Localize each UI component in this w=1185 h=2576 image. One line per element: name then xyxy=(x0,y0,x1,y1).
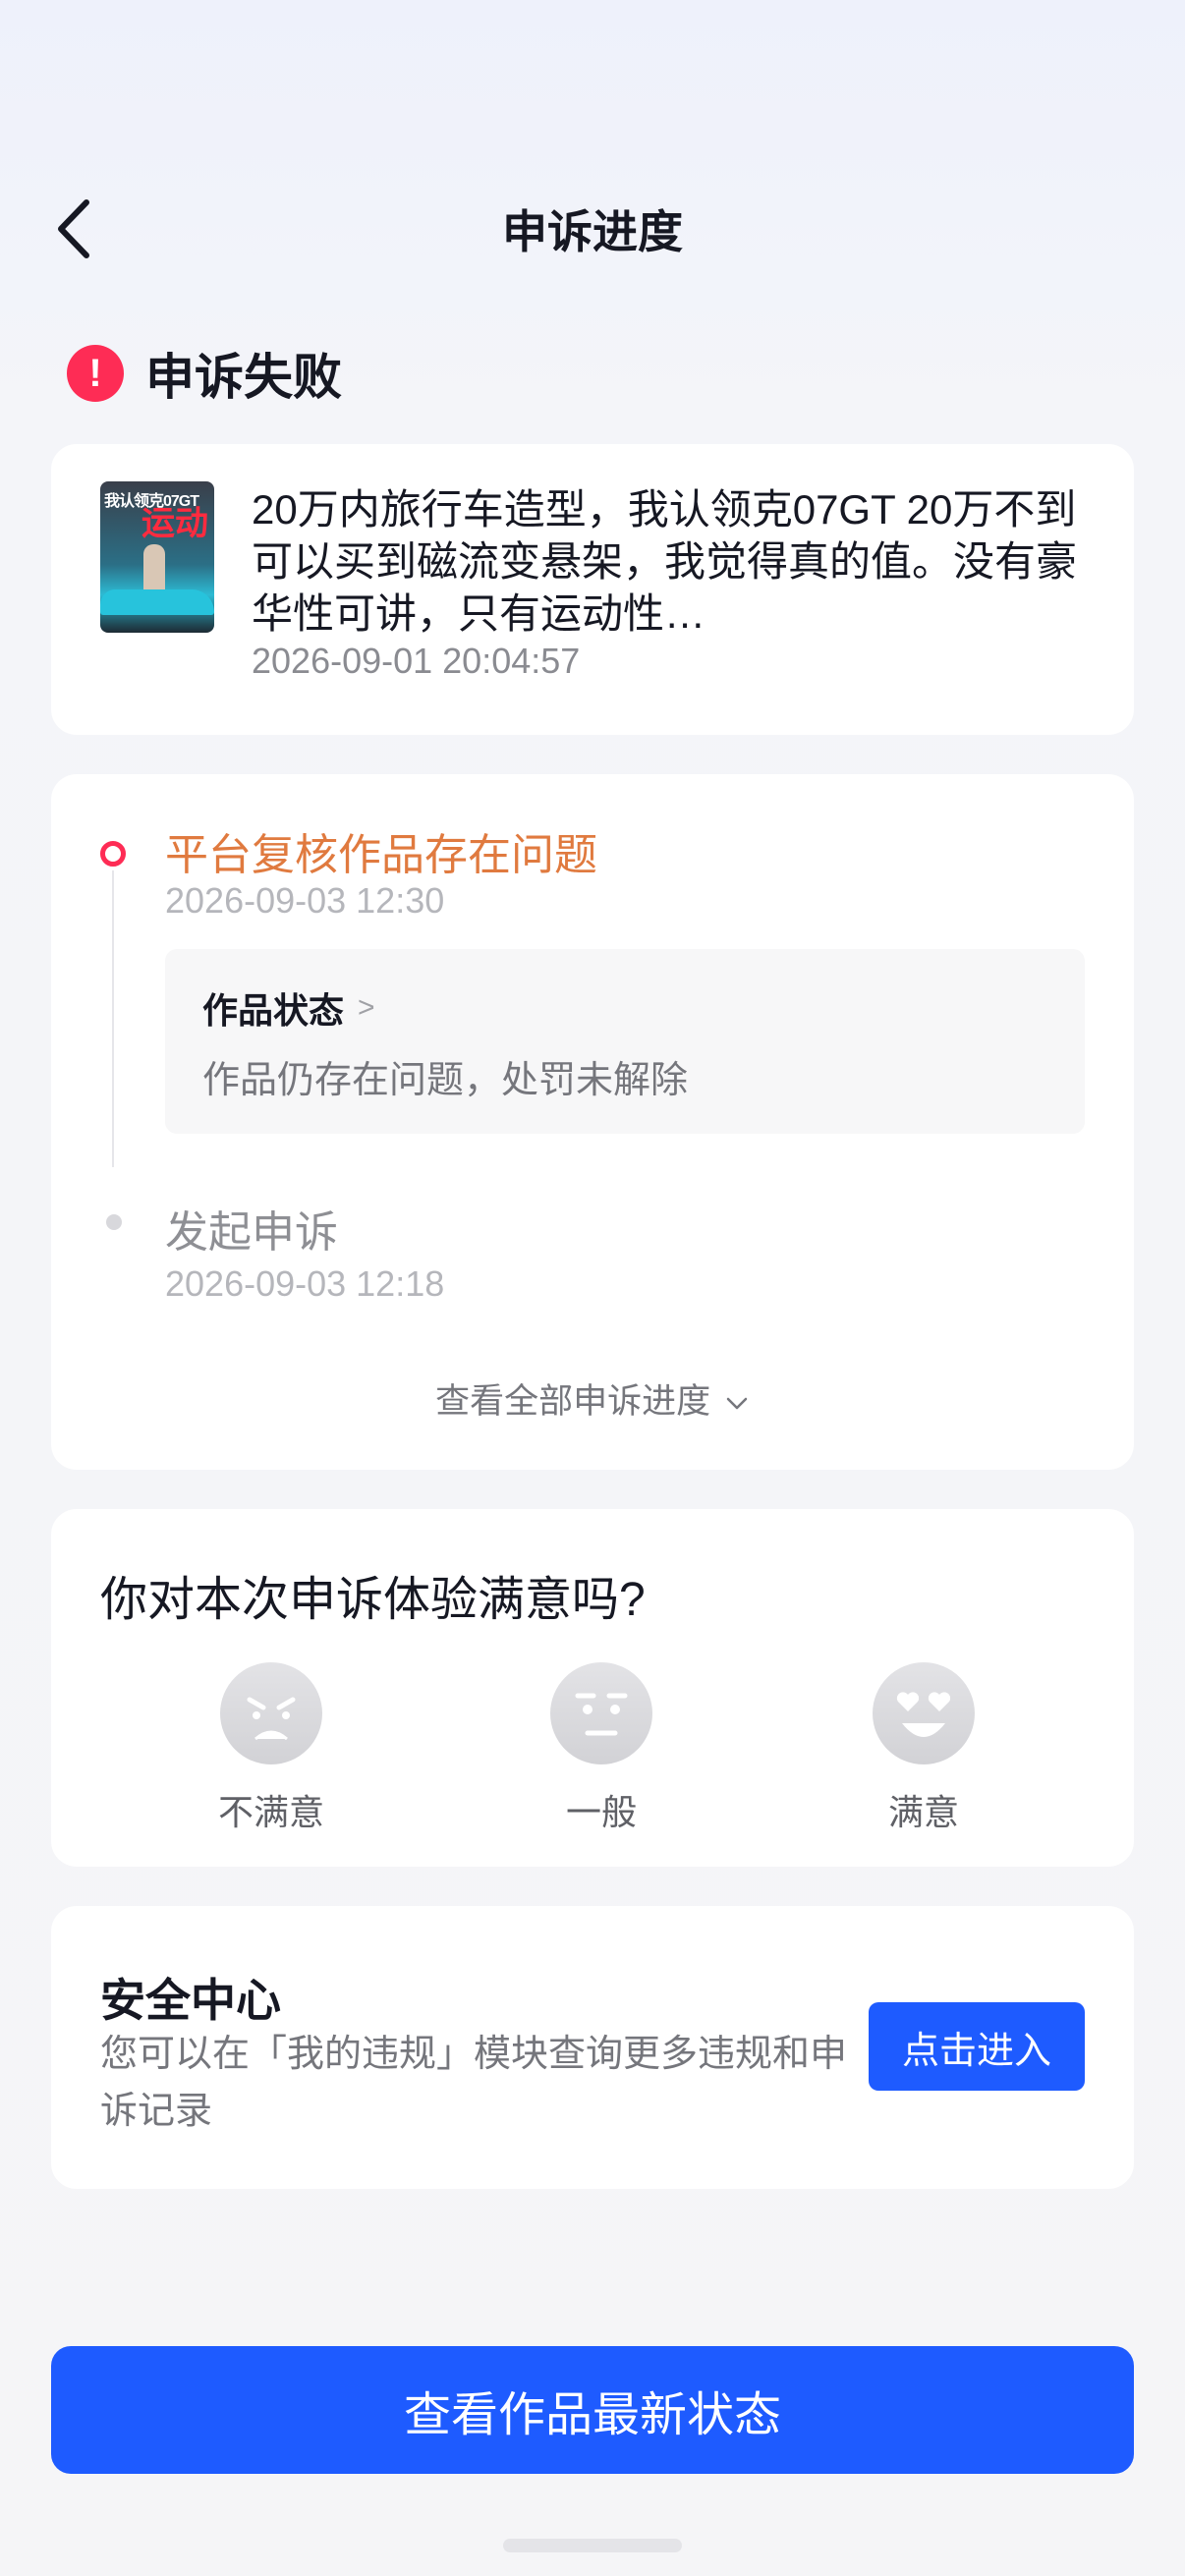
timeline-dot-active xyxy=(100,841,126,867)
timeline-line xyxy=(112,870,114,1167)
step-time: 2026-09-03 12:18 xyxy=(165,1263,445,1304)
step-title: 发起申诉 xyxy=(165,1208,338,1257)
neutral-face-icon[interactable] xyxy=(550,1662,652,1764)
page-title: 申诉进度 xyxy=(502,206,683,257)
video-thumbnail[interactable]: 我认领克07GT 运动 xyxy=(100,481,214,633)
video-card[interactable]: 我认领克07GT 运动 20万内旅行车造型，我认领克07GT 20万不到可以买到… xyxy=(51,444,1134,735)
survey-option-neutral[interactable]: 一般 xyxy=(503,1784,700,1835)
safety-center-card: 安全中心 您可以在「我的违规」模块查询更多违规和申诉记录 点击进入 xyxy=(51,1906,1134,2189)
thumbnail-car xyxy=(100,589,214,615)
work-status-box[interactable]: 作品状态 > 作品仍存在问题，处罚未解除 xyxy=(165,949,1085,1134)
step-title: 平台复核作品存在问题 xyxy=(165,831,597,879)
thumbnail-sticker: 运动 xyxy=(141,505,208,542)
satisfaction-card: 你对本次申诉体验满意吗? 不满意 一般 满意 xyxy=(51,1509,1134,1867)
survey-option-satisfied[interactable]: 满意 xyxy=(825,1784,1022,1835)
timeline-dot xyxy=(106,1214,122,1230)
view-all-progress-link[interactable]: 查看全部申诉进度 xyxy=(51,1373,1134,1424)
work-status-desc: 作品仍存在问题，处罚未解除 xyxy=(202,1060,689,1101)
view-all-label: 查看全部申诉进度 xyxy=(435,1382,711,1421)
angry-face-icon[interactable] xyxy=(220,1662,322,1764)
view-latest-status-button[interactable]: 查看作品最新状态 xyxy=(51,2346,1134,2474)
exclamation-icon: ! xyxy=(67,345,124,402)
appeal-status: ! 申诉失败 xyxy=(67,338,342,409)
survey-option-dissatisfied[interactable]: 不满意 xyxy=(173,1784,369,1835)
safety-desc: 您可以在「我的违规」模块查询更多违规和申诉记录 xyxy=(100,2034,848,2132)
work-status-link[interactable]: 作品状态 > xyxy=(202,982,375,1034)
safety-title: 安全中心 xyxy=(100,1975,281,2026)
enter-button[interactable]: 点击进入 xyxy=(869,2002,1085,2091)
chevron-right-icon: > xyxy=(358,991,375,1024)
chevron-down-icon xyxy=(726,1397,748,1409)
home-indicator[interactable] xyxy=(503,2539,682,2552)
survey-question: 你对本次申诉体验满意吗? xyxy=(100,1574,646,1626)
status-text: 申诉失败 xyxy=(145,350,342,405)
work-status-title: 作品状态 xyxy=(202,990,345,1031)
video-time: 2026-09-01 20:04:57 xyxy=(252,641,581,681)
progress-card: 平台复核作品存在问题 2026-09-03 12:30 作品状态 > 作品仍存在… xyxy=(51,774,1134,1470)
video-description: 20万内旅行车造型，我认领克07GT 20万不到可以买到磁流变悬架，我觉得真的值… xyxy=(252,486,1077,637)
step-time: 2026-09-03 12:30 xyxy=(165,880,445,921)
heart-eyes-face-icon[interactable] xyxy=(873,1662,975,1764)
